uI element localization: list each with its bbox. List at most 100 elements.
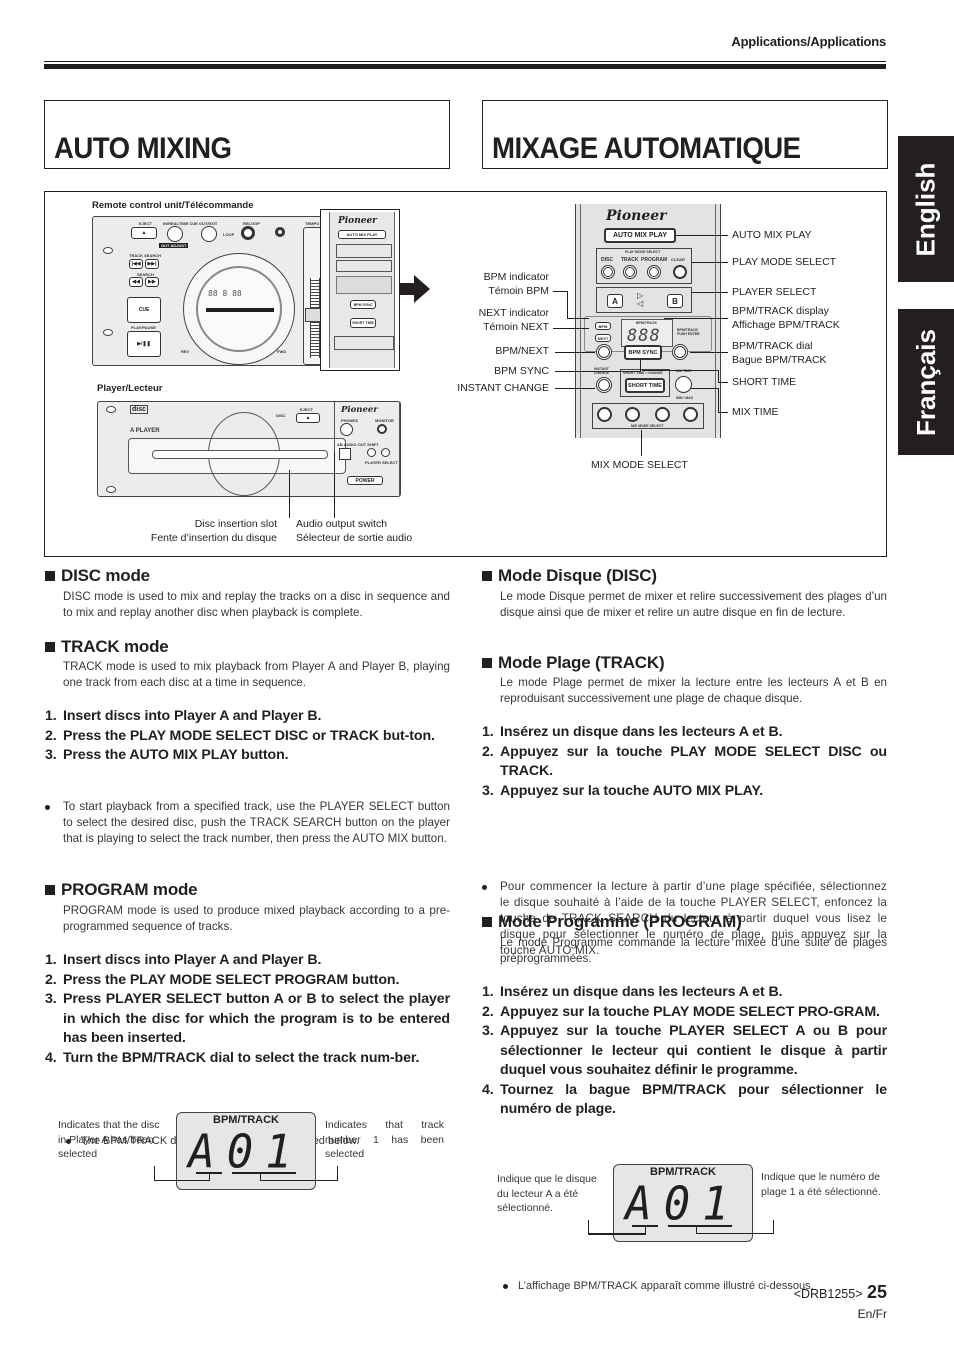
step-text: Appuyez sur la touche PLAYER SELECT A ou… [500, 1023, 887, 1078]
player-power-button: POWER [347, 476, 383, 485]
page-title-fr: MIXAGE AUTOMATIQUE [492, 132, 801, 165]
clear-button[interactable] [673, 265, 687, 279]
heading-mode-disque: Mode Disque (DISC) [482, 566, 657, 586]
mode-plage-body: Le mode Plage permet de mixer la lecture… [500, 676, 887, 705]
callout-next-indicator-fr: Témoin NEXT [483, 321, 549, 333]
callout-mix-time: MIX TIME [732, 406, 779, 418]
heading-mode-programme-text: Mode Programme (PROGRAM) [498, 912, 742, 931]
step-number: 2. [45, 971, 57, 988]
player-select-b-button[interactable]: B [667, 294, 683, 308]
mode-programme-body: Le mode Programme commande la lecture mi… [500, 936, 887, 965]
side-tab-francais[interactable]: Français [898, 309, 954, 455]
bracket-right-horiz-fr [696, 1233, 773, 1234]
remote-loop-label: LOOP [223, 232, 235, 237]
step-number: 4. [482, 1081, 494, 1098]
bracket-right-vert-en [337, 1166, 338, 1181]
mix-mode-1-button[interactable] [597, 407, 612, 422]
square-bullet-icon [45, 642, 55, 652]
player-a-label: A PLAYER [130, 428, 160, 434]
callout-next-indicator-en: NEXT indicator [478, 307, 549, 319]
underline-01-fr [668, 1225, 732, 1227]
slot-callout-line [289, 470, 290, 518]
player-select-group: A ▷ ◁ B [596, 287, 692, 313]
play-mode-select-group: PLAY MODE SELECT DISC TRACK PROGRAM CLEA… [596, 248, 692, 284]
step: 1. Insert discs into Player A and Player … [45, 951, 450, 971]
play-mode-select-label: PLAY MODE SELECT [625, 250, 661, 254]
mix-mode-2-button[interactable] [625, 407, 640, 422]
step-text: Press PLAYER SELECT button A or B to sel… [63, 991, 450, 1046]
instant-change-button[interactable] [596, 377, 612, 393]
player-select-b-knob [381, 448, 390, 457]
auto-mix-play-button[interactable]: AUTO MIX PLAY [604, 228, 676, 243]
bpm-sync-button[interactable]: BPM SYNC [624, 345, 662, 360]
bracket-right-vert-fr [773, 1220, 774, 1234]
remote-panel-detail: Pioneer AUTO MIX PLAY PLAY MODE SELECT D… [575, 204, 721, 438]
side-tab-english[interactable]: English [898, 136, 954, 282]
track-steps-en: 1. Insert discs into Player A and Player … [45, 707, 450, 766]
bpm-track-dial[interactable] [672, 344, 688, 360]
remote-fwd-label: FWD [277, 349, 287, 354]
page-number: 25 [866, 1282, 887, 1302]
display-label-fr: BPM/TRACK [650, 1166, 716, 1178]
mix-time-knob[interactable] [675, 376, 692, 393]
header-rule-thick [44, 64, 886, 69]
mix-mode-4-button[interactable] [683, 407, 698, 422]
callout-bpm-track-display-fr: Affichage BPM/TRACK [732, 319, 840, 331]
player-mount-hole-top [106, 406, 116, 413]
callout-disc-slot-fr: Fente d’insertion du disque [150, 532, 277, 544]
remote-prev-track-button: |◀◀ [129, 259, 143, 269]
disc-mode-body: DISC mode is used to mix and replay the … [63, 590, 450, 619]
player-select-arrows-icon: ▷ ◁ [637, 291, 644, 308]
program-steps-fr: 1. Insérez un disque dans les lecteurs A … [482, 983, 887, 1120]
clear-label: CLEAR [671, 257, 685, 262]
callout-bpm-track-dial-en: BPM/TRACK dial [732, 340, 813, 352]
step: 2. Press the PLAY MODE SELECT DISC or TRA… [45, 727, 450, 747]
player-logo: Pioneer [341, 405, 378, 415]
remote-ffw-button: ▶▶ [145, 277, 159, 287]
callout-mix-mode-select: MIX MODE SELECT [591, 459, 688, 471]
short-time-button[interactable]: SHORT TIME [625, 378, 665, 393]
mix-mode-3-button[interactable] [655, 407, 670, 422]
player-phones-jack [340, 423, 353, 436]
line-next [553, 328, 589, 329]
player-select-a-button[interactable]: A [607, 294, 623, 308]
heading-program-mode: PROGRAM mode [45, 880, 198, 900]
program-button[interactable] [647, 265, 661, 279]
display-label-en: BPM/TRACK [213, 1114, 279, 1126]
line-mix-time-3 [718, 412, 728, 413]
track-steps-fr: 1. Insérez un disque dans les lecteurs A … [482, 723, 887, 801]
remote-time-mode-knob [275, 227, 285, 237]
mix-mode-select-label: MIX MODE SELECT [631, 424, 664, 428]
track-label: TRACK [621, 257, 639, 263]
remote-play-pause-button: ▶/❚❚ [127, 331, 161, 357]
arrow-right-icon [400, 275, 430, 303]
step: 2. Appuyez sur la touche PLAY MODE SELECT… [482, 743, 887, 782]
bracket-left-vert-en [154, 1166, 155, 1180]
program-steps-en: 1. Insert discs into Player A and Player … [45, 951, 450, 1068]
step: 3. Appuyez sur la touche PLAYER SELECT A … [482, 1022, 887, 1081]
remote-panel-small-logo: Pioneer [338, 216, 377, 226]
track-button[interactable] [623, 265, 637, 279]
remote-rew-button: ◀◀ [129, 277, 143, 287]
audio-output-switch [339, 448, 351, 460]
player-phones-label: PHONES [341, 418, 358, 423]
square-bullet-icon [482, 917, 492, 927]
bpm-next-button[interactable] [596, 344, 612, 360]
step-text: Appuyez sur la touche AUTO MIX PLAY. [500, 782, 764, 799]
heading-mode-programme: Mode Programme (PROGRAM) [482, 912, 742, 932]
line-bpm-sync-2 [640, 360, 641, 372]
underline-a-fr [632, 1225, 658, 1227]
remote-tempo-label: TEMPO [305, 221, 320, 226]
line-play-mode [692, 262, 728, 263]
remote-mount-hole-bottom [103, 329, 113, 336]
remote-reloop-knob [241, 226, 255, 240]
callout-bpm-indicator: BPM indicator Témoin BPM [430, 270, 549, 298]
remote-loop-in-knob [167, 226, 183, 242]
step: 1. Insérez un disque dans les lecteurs A … [482, 723, 887, 743]
step-text: Tournez la bague BPM/TRACK pour sélectio… [500, 1081, 887, 1118]
callout-next-indicator: NEXT indicator Témoin NEXT [430, 306, 549, 334]
disc-button[interactable] [601, 265, 615, 279]
remote-play-pause-label: PLAY/PAUSE [131, 325, 156, 330]
player-audio-out-label: AB AUDIO OUT SHIFT [337, 442, 379, 447]
line-mix-time-1 [690, 388, 718, 389]
